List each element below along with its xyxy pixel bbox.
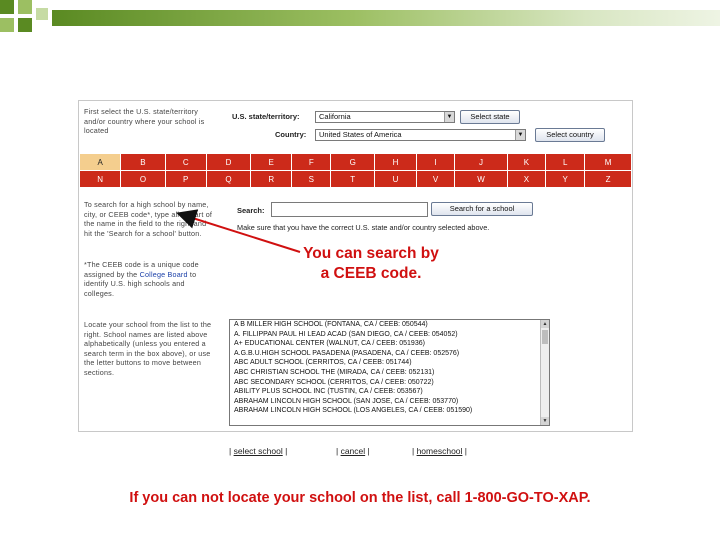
letter-f-button[interactable]: F: [291, 153, 332, 171]
search-label: Search:: [237, 206, 265, 215]
list-item[interactable]: ABC ADULT SCHOOL (CERRITOS, CA / CEEB: 0…: [230, 358, 549, 368]
letter-h-button[interactable]: H: [374, 153, 417, 171]
letter-i-button[interactable]: I: [415, 153, 456, 171]
letter-s-button[interactable]: S: [291, 170, 332, 188]
letter-g-button[interactable]: G: [330, 153, 376, 171]
letter-x-button[interactable]: X: [506, 170, 547, 188]
callout-line-2: a CEEB code.: [320, 265, 422, 282]
ceeb-note: *The CEEB code is a unique code assigned…: [84, 260, 214, 298]
list-instruction: Locate your school from the list to the …: [84, 320, 212, 377]
select-state-button[interactable]: Select state: [460, 110, 520, 124]
country-select[interactable]: United States of America ▼: [315, 129, 526, 141]
school-listbox[interactable]: A B MILLER HIGH SCHOOL (FONTANA, CA / CE…: [229, 319, 550, 426]
list-item[interactable]: A B MILLER HIGH SCHOOL (FONTANA, CA / CE…: [230, 320, 549, 330]
bottom-link-select: | select school |: [229, 446, 288, 456]
listbox-scrollbar[interactable]: ▲ ▼: [540, 320, 549, 425]
alphabet-nav: A B C D E F G H I J K L M N O P Q R S T …: [78, 153, 632, 188]
letter-b-button[interactable]: B: [120, 153, 166, 171]
letter-n-button[interactable]: N: [78, 170, 122, 188]
list-item[interactable]: ABC CHRISTIAN SCHOOL THE (MIRADA, CA / C…: [230, 368, 549, 378]
country-select-value: United States of America: [319, 130, 402, 139]
letter-r-button[interactable]: R: [250, 170, 293, 188]
letter-u-button[interactable]: U: [374, 170, 417, 188]
list-item[interactable]: A+ EDUCATIONAL CENTER (WALNUT, CA / CEEB…: [230, 339, 549, 349]
scroll-up-icon[interactable]: ▲: [541, 320, 549, 328]
letter-e-button[interactable]: E: [250, 153, 293, 171]
search-for-school-button[interactable]: Search for a school: [431, 202, 533, 216]
decor-square: [36, 8, 48, 20]
ceeb-callout: You can search by a CEEB code.: [282, 244, 460, 284]
letter-w-button[interactable]: W: [454, 170, 508, 188]
chevron-down-icon[interactable]: ▼: [515, 130, 525, 140]
letter-k-button[interactable]: K: [506, 153, 547, 171]
location-instruction: First select the U.S. state/territory an…: [84, 107, 205, 135]
letter-m-button[interactable]: M: [584, 153, 632, 171]
decor-square: [18, 0, 32, 14]
letter-o-button[interactable]: O: [120, 170, 166, 188]
list-item[interactable]: ABRAHAM LINCOLN HIGH SCHOOL (LOS ANGELES…: [230, 406, 549, 416]
letter-z-button[interactable]: Z: [584, 170, 632, 188]
letter-p-button[interactable]: P: [164, 170, 207, 188]
letter-d-button[interactable]: D: [205, 153, 252, 171]
list-item[interactable]: A.G.B.U.HIGH SCHOOL PASADENA (PASADENA, …: [230, 349, 549, 359]
letter-a-button[interactable]: A: [78, 153, 122, 171]
scroll-thumb[interactable]: [542, 330, 548, 344]
chevron-down-icon[interactable]: ▼: [444, 112, 454, 122]
letter-c-button[interactable]: C: [164, 153, 207, 171]
homeschool-link[interactable]: homeschool: [417, 446, 463, 456]
list-item[interactable]: A. FILLIPPAN PAUL HI LEAD ACAD (SAN DIEG…: [230, 330, 549, 340]
letter-y-button[interactable]: Y: [545, 170, 586, 188]
footer-instruction: If you can not locate your school on the…: [129, 490, 591, 506]
letter-t-button[interactable]: T: [330, 170, 376, 188]
letter-v-button[interactable]: V: [415, 170, 456, 188]
letter-j-button[interactable]: J: [454, 153, 508, 171]
list-item[interactable]: ABC SECONDARY SCHOOL (CERRITOS, CA / CEE…: [230, 378, 549, 388]
search-note: Make sure that you have the correct U.S.…: [237, 223, 490, 232]
decor-gradient-bar: [52, 10, 720, 26]
search-instruction: To search for a high school by name, cit…: [84, 200, 213, 238]
bottom-link-homeschool: | homeschool |: [412, 446, 467, 456]
state-label: U.S. state/territory:: [232, 112, 300, 121]
letter-q-button[interactable]: Q: [205, 170, 252, 188]
college-board-link[interactable]: College Board: [140, 270, 188, 279]
callout-line-1: You can search by: [303, 245, 439, 262]
list-item[interactable]: ABILITY PLUS SCHOOL INC (TUSTIN, CA / CE…: [230, 387, 549, 397]
decor-square: [18, 18, 32, 32]
state-select-value: California: [319, 112, 351, 121]
letter-l-button[interactable]: L: [545, 153, 586, 171]
search-input[interactable]: [271, 202, 428, 217]
select-country-button[interactable]: Select country: [535, 128, 605, 142]
decor-square: [0, 0, 14, 14]
list-item[interactable]: ABRAHAM LINCOLN HIGH SCHOOL (SAN JOSE, C…: [230, 397, 549, 407]
select-school-link[interactable]: select school: [234, 446, 283, 456]
state-select[interactable]: California ▼: [315, 111, 455, 123]
slide-decoration: [0, 0, 720, 44]
country-label: Country:: [275, 130, 307, 139]
bottom-link-cancel: | cancel |: [336, 446, 370, 456]
decor-square: [0, 18, 14, 32]
cancel-link[interactable]: cancel: [341, 446, 366, 456]
scroll-down-icon[interactable]: ▼: [541, 417, 549, 425]
